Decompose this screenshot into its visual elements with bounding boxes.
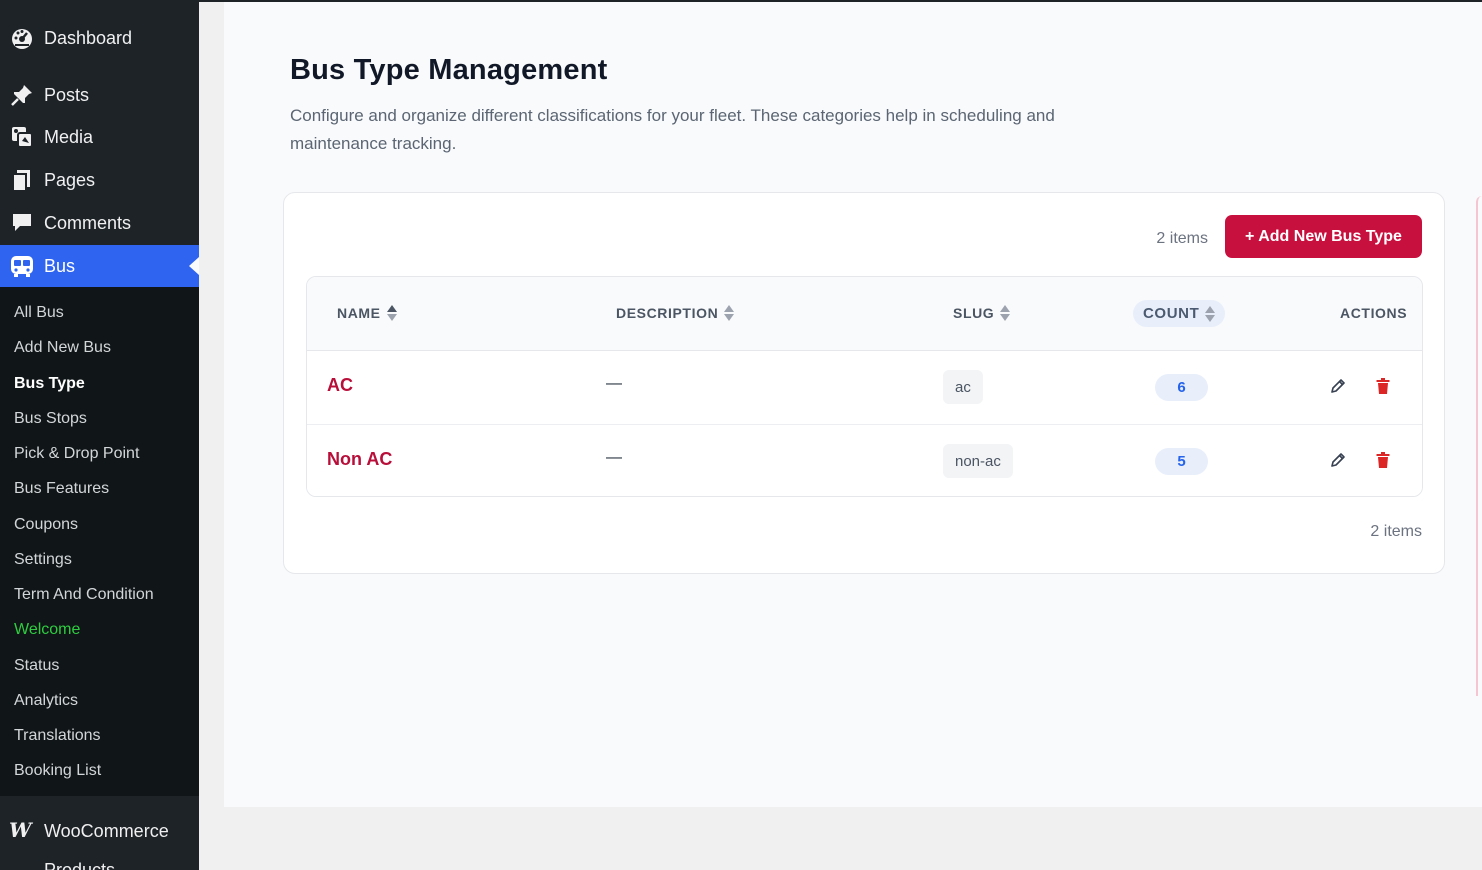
table-row: AC — ac 6 <box>307 351 1422 424</box>
submenu-add-new-bus[interactable]: Add New Bus <box>14 339 111 357</box>
submenu-bus-type[interactable]: Bus Type <box>14 375 85 393</box>
sort-icon <box>1000 305 1011 321</box>
menu-label: Pages <box>44 169 96 190</box>
column-header-slug[interactable]: SLUG <box>953 305 1011 321</box>
admin-sidebar: Dashboard Posts Media Pages Comments Bus… <box>0 0 199 870</box>
menu-posts[interactable]: Posts <box>0 75 199 115</box>
top-border <box>0 0 1482 2</box>
media-icon <box>9 124 35 150</box>
column-label: SLUG <box>953 305 995 321</box>
column-label: DESCRIPTION <box>616 305 719 321</box>
column-label: COUNT <box>1143 305 1200 322</box>
count-badge: 6 <box>1155 374 1208 401</box>
slug-badge: ac <box>943 370 983 404</box>
menu-media[interactable]: Media <box>0 117 199 157</box>
page-description: Configure and organize different classif… <box>290 106 1055 153</box>
menu-dashboard[interactable]: Dashboard <box>0 18 199 58</box>
bus-submenu: All Bus Add New Bus Bus Type Bus Stops P… <box>0 287 199 796</box>
table-header: NAME DESCRIPTION SLUG COUNT ACTIONS <box>307 277 1422 351</box>
edit-pencil-icon[interactable] <box>1329 377 1347 395</box>
column-header-count[interactable]: COUNT <box>1133 300 1226 327</box>
table-row: Non AC — non-ac 5 <box>307 424 1422 496</box>
column-header-actions: ACTIONS <box>1340 305 1407 321</box>
bus-icon <box>9 253 35 279</box>
menu-woocommerce[interactable]: W WooCommerce <box>0 812 199 852</box>
column-label: ACTIONS <box>1340 305 1408 321</box>
items-count-bottom: 2 items <box>1370 523 1422 540</box>
column-label: NAME <box>337 305 381 321</box>
slug-badge: non-ac <box>943 444 1013 478</box>
pin-icon <box>9 82 35 108</box>
submenu-welcome[interactable]: Welcome <box>14 621 80 639</box>
dashboard-icon <box>9 25 35 51</box>
submenu-settings[interactable]: Settings <box>14 551 72 569</box>
add-new-bus-type-button[interactable]: + Add New Bus Type <box>1225 215 1422 258</box>
bus-type-description: — <box>606 449 622 466</box>
submenu-analytics[interactable]: Analytics <box>14 692 78 710</box>
comment-icon <box>9 210 35 236</box>
active-menu-arrow <box>189 257 199 275</box>
menu-label: Comments <box>44 212 132 233</box>
main-content: Bus Type Management Configure and organi… <box>224 2 1482 807</box>
bus-type-card: 2 items + Add New Bus Type NAME DESCRIPT… <box>283 192 1445 574</box>
submenu-status[interactable]: Status <box>14 657 59 675</box>
bus-type-table: NAME DESCRIPTION SLUG COUNT ACTIONS AC —… <box>306 276 1423 497</box>
submenu-pick-drop-point[interactable]: Pick & Drop Point <box>14 445 139 463</box>
pages-icon <box>9 167 35 193</box>
column-header-name[interactable]: NAME <box>337 305 397 321</box>
sort-icon <box>724 305 735 321</box>
submenu-bus-features[interactable]: Bus Features <box>14 480 109 498</box>
menu-label: Media <box>44 126 94 147</box>
menu-comments[interactable]: Comments <box>0 203 199 243</box>
menu-label: Bus <box>44 255 76 276</box>
offscreen-panel-edge <box>1476 196 1482 696</box>
menu-pages[interactable]: Pages <box>0 160 199 200</box>
menu-label: Posts <box>44 84 90 105</box>
submenu-translations[interactable]: Translations <box>14 727 101 745</box>
woocommerce-icon: W <box>9 818 32 842</box>
delete-trash-icon[interactable] <box>1374 451 1392 469</box>
submenu-coupons[interactable]: Coupons <box>14 516 78 534</box>
edit-pencil-icon[interactable] <box>1329 451 1347 469</box>
page-title: Bus Type Management <box>290 54 608 86</box>
menu-bus[interactable]: Bus <box>0 245 199 287</box>
submenu-bus-stops[interactable]: Bus Stops <box>14 410 87 428</box>
menu-label: WooCommerce <box>44 821 169 841</box>
submenu-booking-list[interactable]: Booking List <box>14 762 101 780</box>
sort-icon <box>1205 305 1216 322</box>
bus-type-name-link[interactable]: Non AC <box>327 449 392 470</box>
bus-type-name-link[interactable]: AC <box>327 375 353 396</box>
count-badge: 5 <box>1155 448 1208 475</box>
bus-type-description: — <box>606 375 622 392</box>
column-header-description[interactable]: DESCRIPTION <box>616 305 735 321</box>
menu-label: Dashboard <box>44 27 133 48</box>
submenu-term-and-condition[interactable]: Term And Condition <box>14 586 154 604</box>
submenu-all-bus[interactable]: All Bus <box>14 304 64 322</box>
menu-products-peek[interactable]: Products <box>44 860 115 870</box>
items-count-top: 2 items <box>1156 230 1208 247</box>
sort-icon <box>386 305 397 321</box>
delete-trash-icon[interactable] <box>1374 377 1392 395</box>
